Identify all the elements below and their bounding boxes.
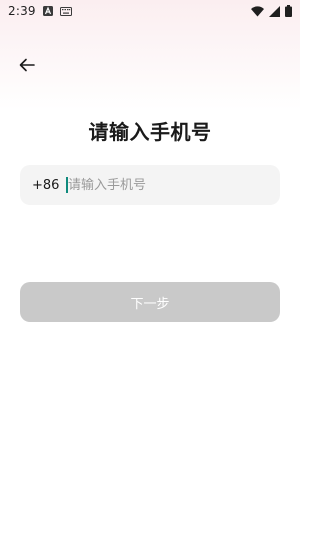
phone-input-row: +86 (20, 165, 280, 205)
notification-a-icon (42, 6, 53, 16)
cellular-signal-icon (269, 5, 280, 17)
back-button[interactable] (14, 52, 40, 78)
phone-login-screen: 2:39 请输入手机号 +86 请输入手机号 下一步 (0, 0, 300, 533)
arrow-left-icon (19, 58, 35, 72)
page-title: 请输入手机号 (88, 120, 212, 144)
next-button[interactable]: 下一步 (20, 282, 280, 322)
country-code[interactable]: +86 (32, 178, 66, 193)
wifi-icon (251, 5, 264, 17)
keyboard-icon (59, 6, 72, 16)
phone-number-input[interactable] (68, 171, 280, 199)
status-time: 2:39 (8, 4, 36, 18)
status-bar-right (251, 5, 292, 17)
status-bar: 2:39 (0, 0, 300, 22)
battery-icon (285, 5, 292, 17)
status-bar-left: 2:39 (8, 4, 72, 18)
